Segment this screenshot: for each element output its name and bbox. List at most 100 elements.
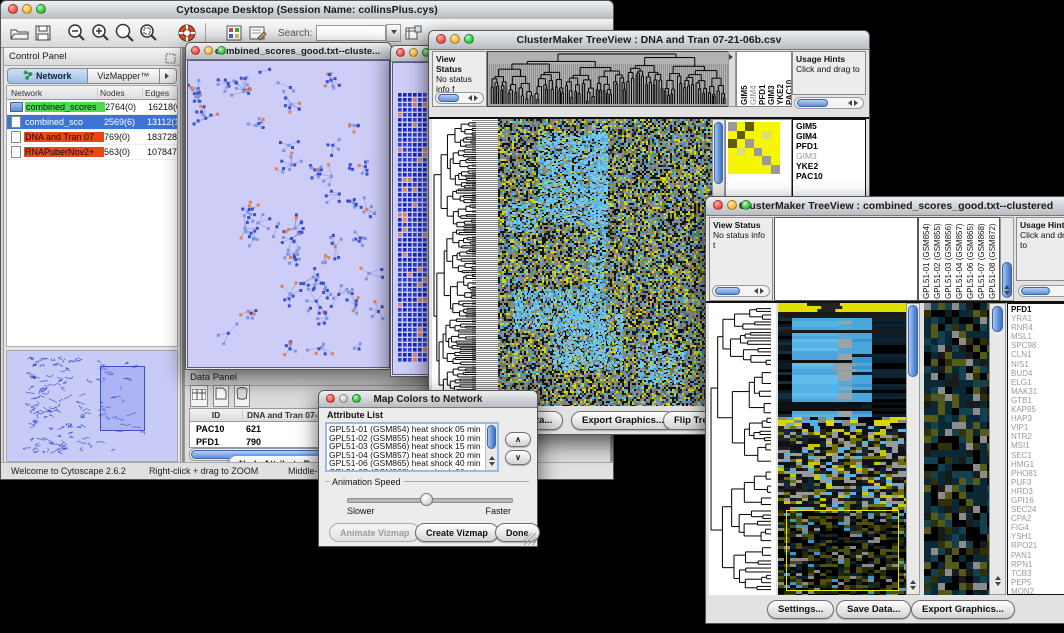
search-input[interactable]	[316, 25, 386, 41]
main-heatmap[interactable]	[778, 303, 906, 595]
matrix-cell[interactable]	[745, 139, 754, 148]
zoom-in-icon[interactable]	[89, 21, 113, 45]
column-label[interactable]: GPL51-07 (GSM868)	[977, 223, 986, 299]
genelist-vscrollbar[interactable]	[989, 303, 1006, 595]
save-icon[interactable]	[31, 21, 55, 45]
animation-speed-slider[interactable]	[347, 498, 513, 503]
gene-label[interactable]: SEC24	[1008, 505, 1064, 514]
zoom-fit-icon[interactable]	[113, 21, 137, 45]
matrix-cell[interactable]	[754, 148, 763, 157]
matrix-cell[interactable]	[771, 156, 780, 165]
gene-label[interactable]: ELG1	[1008, 378, 1064, 387]
zoom-button[interactable]	[36, 4, 46, 14]
column-label[interactable]: GIM4	[749, 85, 758, 105]
row-dendrogram[interactable]	[709, 303, 776, 595]
column-label[interactable]: PAC10	[785, 80, 792, 105]
save-data-button[interactable]: Save Data...	[836, 600, 911, 619]
close-button[interactable]	[326, 394, 335, 403]
gene-label[interactable]: NIS1	[1008, 360, 1064, 369]
gene-label[interactable]: GIM5	[793, 121, 865, 131]
animate-vizmap-button[interactable]: Animate Vizmap	[329, 523, 420, 542]
column-label[interactable]: GPL51-02 (GSM855)	[933, 223, 942, 299]
column-label[interactable]: GPL51-08 (GSM872)	[988, 223, 997, 299]
matrix-cell[interactable]	[762, 131, 771, 140]
open-icon[interactable]	[7, 21, 31, 45]
matrix-cell[interactable]	[754, 156, 763, 165]
minimize-button[interactable]	[409, 48, 418, 57]
gene-label[interactable]: CPA2	[1008, 514, 1064, 523]
heatmap-vscrollbar[interactable]	[906, 303, 920, 595]
gene-label[interactable]: SEC1	[1008, 451, 1064, 460]
matrix-cell[interactable]	[754, 131, 763, 140]
matrix-cell[interactable]	[728, 139, 737, 148]
matrix-cell[interactable]	[745, 165, 754, 174]
usage-hints-scrollbar[interactable]	[794, 97, 864, 109]
matrix-cell[interactable]	[762, 165, 771, 174]
view-status-scrollbar[interactable]	[435, 92, 484, 104]
gene-label[interactable]: SPC98	[1008, 341, 1064, 350]
gene-label[interactable]: TCB3	[1008, 569, 1064, 578]
column-label[interactable]: PFD1	[758, 85, 767, 105]
gene-label[interactable]: PAC10	[793, 171, 865, 181]
matrix-cell[interactable]	[762, 139, 771, 148]
gene-label[interactable]: RPN1	[1008, 560, 1064, 569]
column-label[interactable]: GIM5	[740, 85, 749, 105]
export-graphics-button[interactable]: Export Graphics...	[571, 411, 675, 430]
search-options-icon[interactable]	[401, 21, 425, 45]
attribute-list[interactable]: GPL51-01 (GSM854) heat shock 05 minGPL51…	[325, 422, 499, 472]
zoom-region-icon[interactable]	[137, 21, 161, 45]
settings-button[interactable]: Settings...	[767, 600, 834, 619]
zoom-button[interactable]	[217, 46, 226, 55]
zoom-out-icon[interactable]	[65, 21, 89, 45]
matrix-cell[interactable]	[728, 156, 737, 165]
zoom-button[interactable]	[464, 34, 474, 44]
matrix-cell[interactable]	[728, 131, 737, 140]
gene-label[interactable]: FIG4	[1008, 523, 1064, 532]
matrix-cell[interactable]	[745, 156, 754, 165]
matrix-cell[interactable]	[754, 122, 763, 131]
navigator-canvas[interactable]	[8, 352, 178, 460]
gene-label[interactable]: PFD1	[1008, 305, 1064, 314]
network-row[interactable]: RNAPuberNov2+563(0)107847(0)	[7, 145, 177, 160]
gene-label[interactable]: YRA1	[1008, 314, 1064, 323]
gene-label[interactable]: RPO21	[1008, 541, 1064, 550]
matrix-cell[interactable]	[737, 148, 746, 157]
column-dendrogram[interactable]	[487, 51, 729, 107]
gene-label[interactable]: GPI16	[1008, 496, 1064, 505]
matrix-cell[interactable]	[728, 148, 737, 157]
matrix-cell[interactable]	[771, 122, 780, 131]
dialog-titlebar[interactable]: Map Colors to Network	[319, 391, 537, 408]
matrix-cell[interactable]	[737, 131, 746, 140]
column-label[interactable]: YKE2	[776, 84, 785, 105]
table-icon[interactable]	[190, 385, 208, 407]
gene-label[interactable]: VIP1	[1008, 423, 1064, 432]
network-navigator[interactable]	[6, 350, 178, 462]
new-attribute-icon[interactable]	[213, 385, 229, 407]
delete-attribute-icon[interactable]	[234, 385, 250, 407]
gene-label[interactable]: MSL1	[1008, 332, 1064, 341]
attribute-list-item[interactable]: GPL51-07 (GSM868) heat shock 60 min	[327, 468, 497, 473]
column-label[interactable]: GIM3	[767, 85, 776, 105]
gene-label[interactable]: YSH1	[1008, 532, 1064, 541]
gene-label[interactable]: PFD1	[793, 141, 865, 151]
col-header-edges[interactable]: Edges	[143, 88, 177, 98]
matrix-cell[interactable]	[754, 165, 763, 174]
matrix-cell[interactable]	[745, 122, 754, 131]
matrix-cell[interactable]	[754, 139, 763, 148]
gene-label[interactable]: MON2	[1008, 587, 1064, 595]
matrix-cell[interactable]	[737, 165, 746, 174]
zoom-button[interactable]	[741, 200, 751, 210]
treeview1-titlebar[interactable]: ClusterMaker TreeView : DNA and Tran 07-…	[429, 31, 869, 50]
gene-label[interactable]: MSI1	[1008, 441, 1064, 450]
matrix-cell[interactable]	[737, 122, 746, 131]
minimize-button[interactable]	[727, 200, 737, 210]
matrix-cell[interactable]	[762, 148, 771, 157]
gene-label[interactable]: CLN1	[1008, 350, 1064, 359]
column-label[interactable]: GPL51-06 (GSM865)	[966, 223, 975, 299]
zoom-button[interactable]	[352, 394, 361, 403]
data-col-id[interactable]: ID	[190, 410, 243, 420]
network-canvas[interactable]	[187, 60, 390, 368]
main-heatmap[interactable]	[498, 119, 712, 406]
gene-label[interactable]: NTR2	[1008, 432, 1064, 441]
zoom-heatmap[interactable]	[924, 303, 989, 595]
